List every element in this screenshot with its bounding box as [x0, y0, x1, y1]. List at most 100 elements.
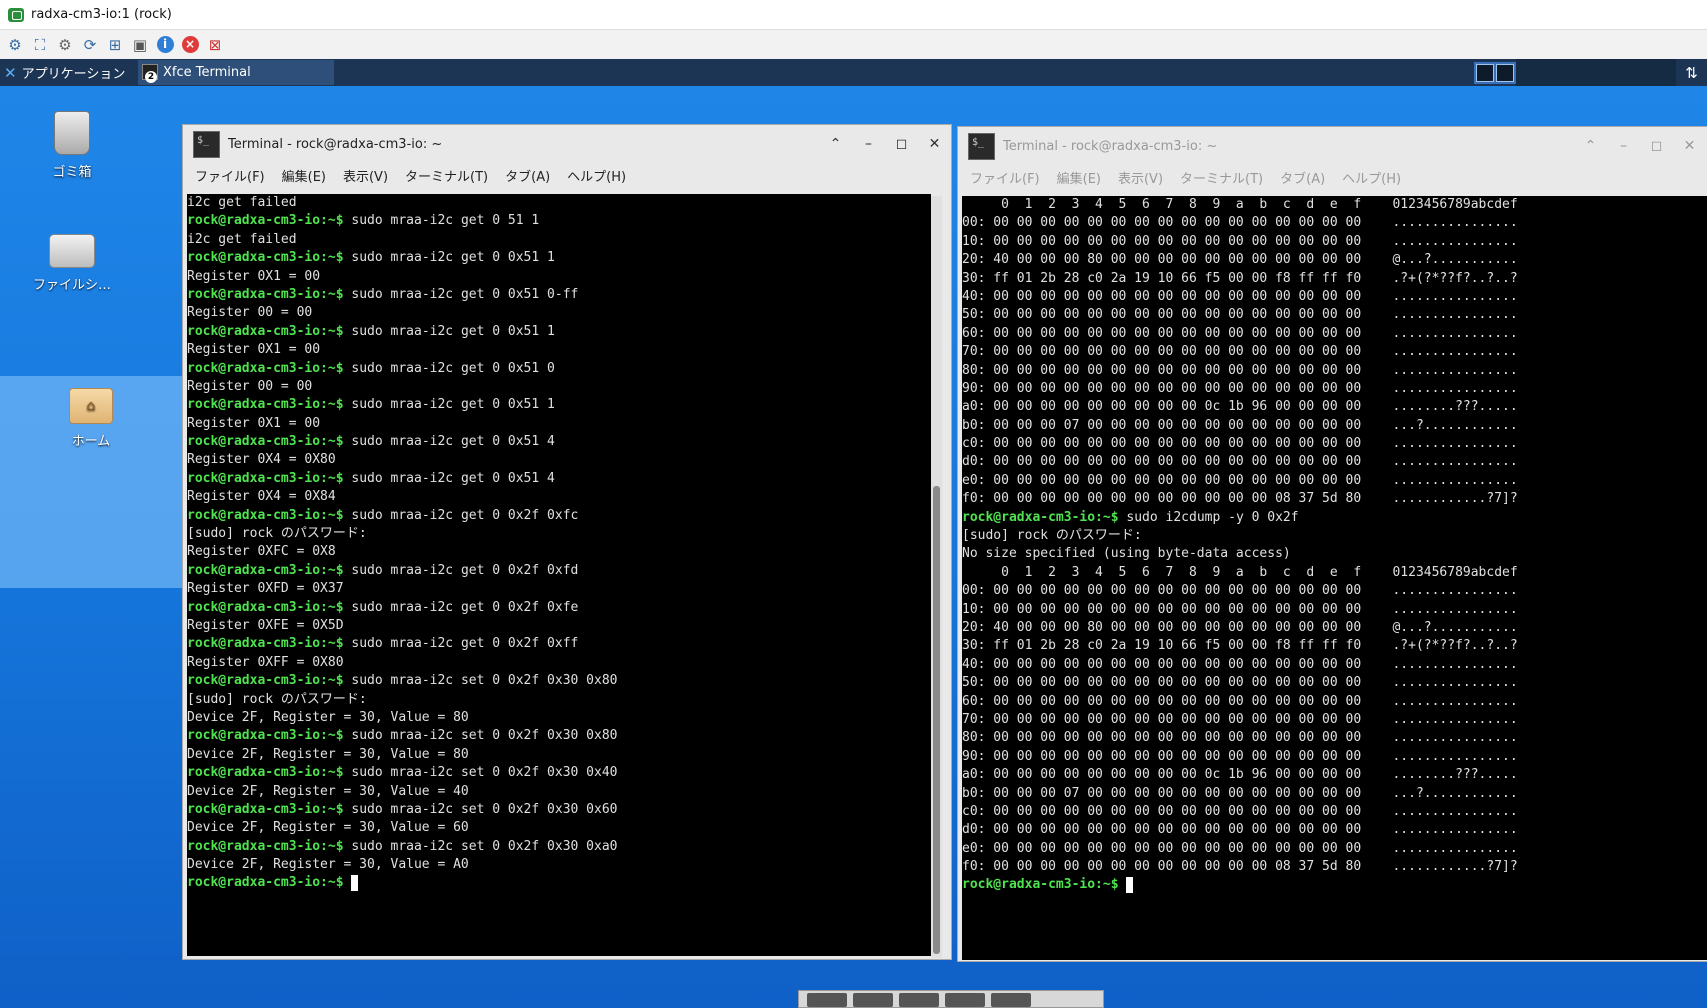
terminal-output[interactable]: i2c get failed rock@radxa-cm3-io:~$ sudo …	[187, 194, 931, 956]
line-text: d0: 00 00 00 00 00 00 00 00 00 00 00 00 …	[962, 822, 1518, 838]
close-icon[interactable]: ×	[179, 34, 201, 56]
line-text: Register 0XFF = 0X80	[187, 654, 344, 670]
dock-item[interactable]	[899, 993, 939, 1007]
menu-terminal[interactable]: ターミナル(T)	[405, 166, 488, 185]
shell-prompt: rock@radxa-cm3-io:~$	[187, 838, 344, 854]
menu-file[interactable]: ファイル(F)	[195, 166, 265, 185]
workspace-pager[interactable]	[1474, 62, 1516, 84]
close-button[interactable]: ✕	[918, 136, 951, 152]
scrollbar[interactable]	[931, 196, 942, 958]
terminal-line: No size specified (using byte-data acces…	[962, 545, 1707, 563]
terminal-output[interactable]: 0 1 2 3 4 5 6 7 8 9 a b c d e f 01234567…	[962, 196, 1707, 960]
dock-item[interactable]	[991, 993, 1031, 1007]
line-text: Device 2F, Register = 30, Value = 80	[187, 709, 469, 725]
shade-button[interactable]: ⌃	[819, 136, 852, 152]
line-text: 00: 00 00 00 00 00 00 00 00 00 00 00 00 …	[962, 215, 1518, 231]
info-icon[interactable]: i	[154, 34, 176, 56]
line-text: c0: 00 00 00 00 00 00 00 00 00 00 00 00 …	[962, 803, 1518, 819]
shell-prompt: rock@radxa-cm3-io:~$	[962, 877, 1119, 893]
menu-terminal[interactable]: ターミナル(T)	[1180, 168, 1263, 187]
terminal-line: 40: 00 00 00 00 00 00 00 00 00 00 00 00 …	[962, 288, 1707, 306]
terminal-line: 0 1 2 3 4 5 6 7 8 9 a b c d e f 01234567…	[962, 564, 1707, 582]
line-text: Register 0XFE = 0X5D	[187, 617, 344, 633]
applications-menu-button[interactable]: ✕ アプリケーション	[0, 59, 136, 86]
settings-icon[interactable]: ⚙	[54, 34, 76, 56]
terminal-line: rock@radxa-cm3-io:~$ sudo mraa-i2c get 0…	[187, 562, 931, 580]
terminal-line: rock@radxa-cm3-io:~$ sudo mraa-i2c get 0…	[187, 433, 931, 451]
line-text: d0: 00 00 00 00 00 00 00 00 00 00 00 00 …	[962, 454, 1518, 470]
refresh-icon[interactable]: ⟳	[79, 34, 101, 56]
line-text: Device 2F, Register = 30, Value = A0	[187, 857, 469, 873]
shell-prompt: rock@radxa-cm3-io:~$	[187, 562, 344, 578]
terminal-line: Register 0XFD = 0X37	[187, 580, 931, 598]
line-text: Device 2F, Register = 30, Value = 60	[187, 820, 469, 836]
terminal-line: Register 0XFF = 0X80	[187, 654, 931, 672]
scrollbar-thumb[interactable]	[933, 486, 940, 954]
line-text: 70: 00 00 00 00 00 00 00 00 00 00 00 00 …	[962, 344, 1518, 360]
desktop-icon-trash[interactable]: ゴミ箱	[17, 111, 127, 180]
workspace-2[interactable]	[1496, 64, 1514, 82]
line-text: Register 0XFD = 0X37	[187, 581, 344, 597]
desktop-icon-label: ファイルシ…	[32, 278, 111, 293]
line-text: 40: 00 00 00 00 00 00 00 00 00 00 00 00 …	[962, 288, 1518, 304]
dock-item[interactable]	[853, 993, 893, 1007]
window-titlebar[interactable]: $_ Terminal - rock@radxa-cm3-io: ~ ⌃ – ◻…	[958, 127, 1707, 165]
shell-prompt: rock@radxa-cm3-io:~$	[187, 360, 344, 376]
desktop-icon-filesystem[interactable]: ファイルシ…	[17, 226, 127, 293]
line-text: Register 0X1 = 00	[187, 415, 321, 431]
taskbar-item-terminal[interactable]: 2 Xfce Terminal	[138, 60, 334, 85]
menubar: ファイル(F) 編集(E) 表示(V) ターミナル(T) タブ(A) ヘルプ(H…	[183, 163, 951, 187]
transfer-icon[interactable]: ⊠	[204, 34, 226, 56]
maximize-button[interactable]: ◻	[1640, 138, 1673, 154]
minimize-button[interactable]: –	[852, 136, 885, 152]
menu-edit[interactable]: 編集(E)	[1057, 168, 1101, 187]
trash-icon	[54, 111, 90, 155]
windows-key-icon[interactable]: ⊞	[104, 34, 126, 56]
dock-item[interactable]	[807, 993, 847, 1007]
terminal-line: rock@radxa-cm3-io:~$ sudo mraa-i2c get 0…	[187, 360, 931, 378]
terminal-line: 20: 40 00 00 00 80 00 00 00 00 00 00 00 …	[962, 619, 1707, 637]
line-text: Register 0X4 = 0X84	[187, 489, 336, 505]
line-text	[344, 875, 352, 890]
terminal-line: 10: 00 00 00 00 00 00 00 00 00 00 00 00 …	[962, 233, 1707, 251]
menu-edit[interactable]: 編集(E)	[282, 166, 326, 185]
fullscreen-icon[interactable]: ⛶	[29, 34, 51, 56]
line-text: 0 1 2 3 4 5 6 7 8 9 a b c d e f 01234567…	[962, 197, 1518, 212]
menu-help[interactable]: ヘルプ(H)	[567, 166, 626, 185]
line-text: sudo mraa-i2c get 0 0x51 4	[343, 470, 555, 486]
maximize-button[interactable]: ◻	[885, 136, 918, 152]
drive-icon	[49, 234, 95, 268]
minimize-button[interactable]: –	[1607, 138, 1640, 154]
shell-prompt: rock@radxa-cm3-io:~$	[187, 286, 344, 302]
workspace-1[interactable]	[1476, 64, 1494, 82]
line-text: Device 2F, Register = 30, Value = 40	[187, 783, 469, 799]
sort-arrows-icon[interactable]: ⇅	[1676, 59, 1707, 86]
menu-view[interactable]: 表示(V)	[343, 166, 388, 185]
desktop-icon-home[interactable]: ⌂ ホーム	[0, 376, 182, 588]
menu-tabs[interactable]: タブ(A)	[1280, 168, 1325, 187]
options-icon[interactable]: ⚙	[4, 34, 26, 56]
xfce-panel: ✕ アプリケーション 2 Xfce Terminal ⇅	[0, 59, 1707, 86]
menu-tabs[interactable]: タブ(A)	[505, 166, 550, 185]
menu-help[interactable]: ヘルプ(H)	[1342, 168, 1401, 187]
window-titlebar[interactable]: $_ Terminal - rock@radxa-cm3-io: ~ ⌃ – ◻…	[183, 125, 951, 163]
terminal-line: rock@radxa-cm3-io:~$ sudo mraa-i2c get 0…	[187, 635, 931, 653]
close-button[interactable]: ✕	[1673, 138, 1706, 154]
window-title: Terminal - rock@radxa-cm3-io: ~	[1003, 138, 1218, 154]
terminal-line: Register 0X1 = 00	[187, 415, 931, 433]
line-text: No size specified (using byte-data acces…	[962, 546, 1291, 562]
line-text: 0 1 2 3 4 5 6 7 8 9 a b c d e f 01234567…	[962, 564, 1518, 580]
line-text: i2c get failed	[187, 231, 297, 247]
dock-item[interactable]	[945, 993, 985, 1007]
clipboard-icon[interactable]: ▣	[129, 34, 151, 56]
terminal-line: Register 0XFE = 0X5D	[187, 617, 931, 635]
terminal-line: rock@radxa-cm3-io:~$	[187, 874, 931, 892]
line-text: 00: 00 00 00 00 00 00 00 00 00 00 00 00 …	[962, 583, 1518, 599]
shade-button[interactable]: ⌃	[1574, 138, 1607, 154]
terminal-line: rock@radxa-cm3-io:~$ sudo mraa-i2c set 0…	[187, 672, 931, 690]
line-text: 80: 00 00 00 00 00 00 00 00 00 00 00 00 …	[962, 730, 1518, 746]
line-text: f0: 00 00 00 00 00 00 00 00 00 00 00 00 …	[962, 859, 1518, 875]
menu-view[interactable]: 表示(V)	[1118, 168, 1163, 187]
menu-file[interactable]: ファイル(F)	[970, 168, 1040, 187]
terminal-line: rock@radxa-cm3-io:~$ sudo mraa-i2c set 0…	[187, 764, 931, 782]
